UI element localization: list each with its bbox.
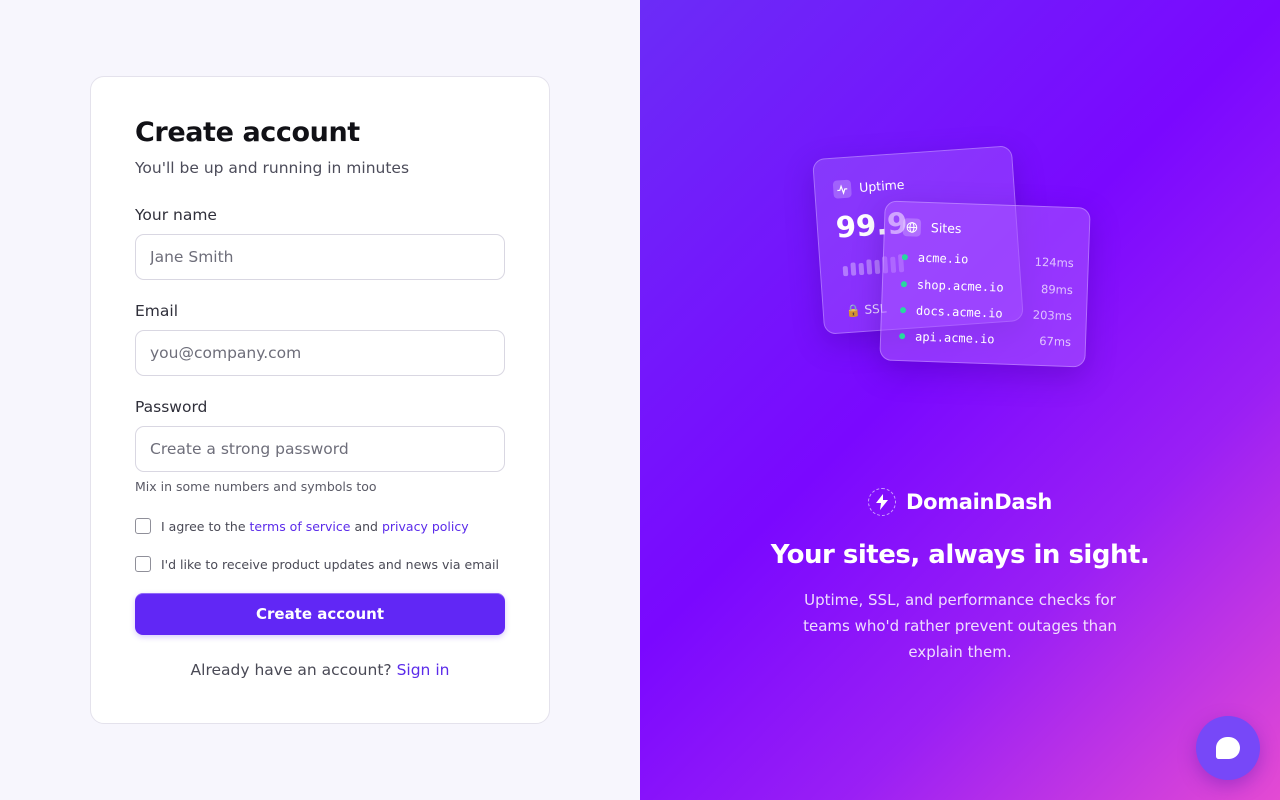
sign-in-link[interactable]: Sign in: [397, 661, 450, 679]
form-title: Create account: [135, 117, 360, 148]
uptime-card-title: Uptime: [858, 176, 905, 195]
lock-icon: 🔒: [845, 303, 862, 319]
hero-headline: Your sites, always in sight.: [770, 540, 1150, 570]
password-input[interactable]: [135, 426, 505, 472]
signin-row: Already have an account? Sign in: [91, 661, 549, 679]
terms-and: and: [354, 518, 378, 534]
site-row: shop.acme.io 89ms: [900, 277, 1074, 298]
site-host: acme.io: [917, 250, 969, 267]
hero-pane: Uptime 99.9 🔒 SSL Sites acme.io 124ms sh…: [640, 0, 1280, 800]
site-host: docs.acme.io: [915, 303, 1003, 321]
terms-checkbox[interactable]: [135, 518, 151, 534]
site-host: api.acme.io: [914, 329, 995, 347]
sites-card: Sites acme.io 124ms shop.acme.io 89ms do…: [879, 200, 1091, 368]
updates-row: I'd like to receive product updates and …: [135, 556, 499, 572]
lightning-icon: [867, 488, 896, 516]
site-latency: 89ms: [1040, 281, 1074, 298]
chat-button[interactable]: [1196, 716, 1260, 780]
name-input[interactable]: [135, 234, 505, 280]
site-latency: 124ms: [1034, 254, 1075, 271]
chat-bubble-icon: [1216, 737, 1240, 759]
brand-name: DomainDash: [905, 490, 1053, 514]
email-label: Email: [135, 302, 179, 320]
status-dot: [899, 307, 907, 314]
name-label: Your name: [135, 206, 217, 224]
password-label: Password: [135, 398, 208, 416]
email-input[interactable]: [135, 330, 505, 376]
updates-label: I'd like to receive product updates and …: [161, 556, 499, 572]
create-account-button[interactable]: Create account: [135, 593, 505, 635]
privacy-policy-link[interactable]: privacy policy: [382, 519, 469, 534]
signup-card: Create account You'll be up and running …: [90, 76, 550, 724]
terms-row: I agree to the terms of service and priv…: [135, 518, 469, 534]
activity-icon: [832, 179, 852, 199]
site-latency: 67ms: [1038, 333, 1072, 350]
password-hint: Mix in some numbers and symbols too: [135, 479, 377, 494]
status-dot: [901, 254, 908, 261]
status-dot: [899, 333, 906, 340]
globe-icon: [902, 218, 922, 237]
status-dot: [900, 281, 908, 288]
terms-prefix: I agree to the: [161, 518, 246, 534]
terms-of-service-link[interactable]: terms of service: [250, 519, 351, 534]
hero-tagline: Uptime, SSL, and performance checks for …: [803, 591, 1117, 661]
site-row: acme.io 124ms: [901, 250, 1075, 271]
sites-card-title: Sites: [930, 220, 962, 237]
site-latency: 203ms: [1032, 307, 1073, 324]
site-row: docs.acme.io 203ms: [899, 303, 1073, 324]
signin-prompt: Already have an account?: [190, 661, 392, 679]
form-subtitle: You'll be up and running in minutes: [135, 159, 410, 177]
updates-checkbox[interactable]: [135, 556, 151, 572]
site-host: shop.acme.io: [916, 277, 1004, 295]
signup-pane: Create account You'll be up and running …: [0, 0, 640, 800]
brand: DomainDash: [640, 488, 1280, 516]
site-row: api.acme.io 67ms: [899, 329, 1071, 349]
